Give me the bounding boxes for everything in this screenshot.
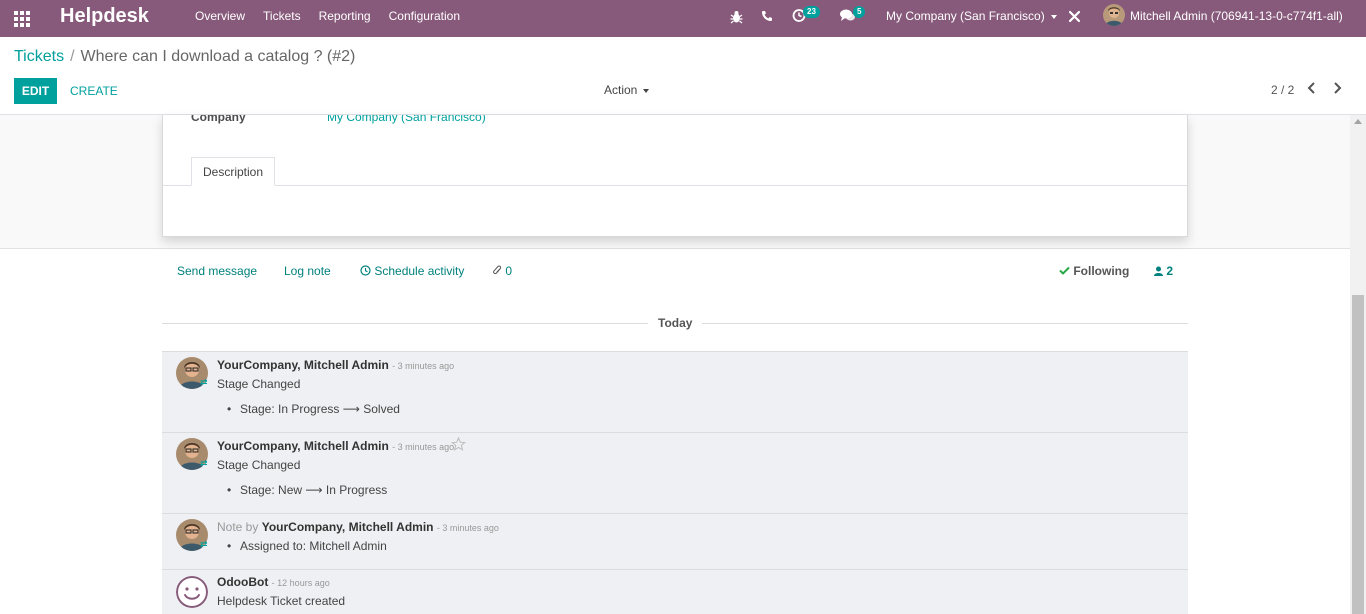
message-header: Note by YourCompany, Mitchell Admin - 3 … [217, 520, 499, 534]
tracking-value: Stage: In Progress ⟶ Solved [227, 402, 400, 416]
messages-count-badge: 5 [853, 6, 866, 18]
company-name: My Company (San Francisco) [886, 9, 1045, 23]
message-title: Stage Changed [217, 458, 301, 472]
bug-icon[interactable] [730, 10, 743, 27]
clock-icon [360, 265, 371, 276]
user-avatar[interactable] [1103, 4, 1125, 26]
action-dropdown[interactable]: Action [604, 83, 650, 97]
tools-icon[interactable] [1068, 10, 1081, 26]
paperclip-icon [493, 265, 502, 275]
message-date: - 3 minutes ago [392, 442, 455, 452]
message-header: YourCompany, Mitchell Admin - 3 minutes … [217, 439, 454, 453]
pager-value[interactable]: 2 / 2 [1271, 83, 1294, 97]
send-message-button[interactable]: Send message [177, 264, 257, 278]
chatter-message: ⇄ YourCompany, Mitchell Admin - 3 minute… [162, 432, 1188, 513]
message-date: - 3 minutes ago [392, 361, 455, 371]
message-title: Helpdesk Ticket created [217, 594, 346, 608]
message-author[interactable]: YourCompany, Mitchell Admin [262, 520, 434, 534]
activity-count-badge: 23 [803, 6, 820, 18]
company-switcher[interactable]: My Company (San Francisco) [886, 9, 1057, 23]
odoobot-avatar[interactable] [176, 576, 208, 608]
navbar-systray: 23 5 My Company (San Francisco) Mitchell… [0, 0, 1366, 37]
message-header: OdooBot - 12 hours ago [217, 575, 330, 589]
caret-down-icon [643, 88, 650, 93]
company-field-label: Company [191, 115, 246, 124]
tracking-value: Stage: New ⟶ In Progress [227, 483, 387, 497]
message-date: - 3 minutes ago [436, 523, 499, 533]
chatter-topbar: Send message Log note Schedule activity … [162, 262, 1188, 282]
caret-down-icon [1050, 14, 1057, 19]
edit-button[interactable]: EDIT [14, 78, 57, 104]
following-button[interactable]: Following [1059, 264, 1129, 278]
form-sheet: Company My Company (San Francisco) Descr… [162, 115, 1188, 237]
action-label: Action [604, 83, 638, 97]
tracking-value: Assigned to: Mitchell Admin [227, 539, 387, 553]
scrollbar-thumb[interactable] [1352, 295, 1364, 614]
attachments-button[interactable]: 0 [493, 264, 512, 278]
breadcrumb-separator: / [70, 48, 75, 65]
top-navbar: Helpdesk Overview Tickets Reporting Conf… [0, 0, 1366, 37]
clock-icon[interactable]: 23 [792, 6, 820, 25]
star-icon[interactable] [450, 436, 467, 454]
user-menu[interactable]: Mitchell Admin (706941-13-0-c774f1-all) [1130, 9, 1343, 23]
scroll-up-arrow-icon[interactable] [1354, 119, 1362, 124]
note-prefix: Note by [217, 520, 259, 534]
following-label: Following [1073, 264, 1130, 278]
user-icon [1154, 266, 1163, 276]
sync-icon: ⇄ [200, 539, 208, 549]
check-icon [1059, 266, 1070, 275]
sync-icon: ⇄ [200, 458, 208, 468]
message-header: YourCompany, Mitchell Admin - 3 minutes … [217, 358, 454, 372]
tab-description[interactable]: Description [191, 157, 276, 186]
scrollbar[interactable] [1350, 115, 1366, 614]
schedule-activity-button[interactable]: Schedule activity [360, 264, 464, 278]
breadcrumb-current: Where can I download a catalog ? (#2) [80, 48, 356, 65]
create-button[interactable]: CREATE [70, 78, 118, 104]
chevron-left-icon[interactable] [1307, 82, 1317, 97]
breadcrumb-tickets[interactable]: Tickets [14, 48, 64, 65]
followers-button[interactable]: 2 [1154, 264, 1173, 278]
message-date: - 12 hours ago [271, 578, 330, 588]
sync-icon: ⇄ [200, 377, 208, 387]
log-note-button[interactable]: Log note [284, 264, 331, 278]
message-author[interactable]: OdooBot [217, 575, 268, 589]
company-field-value[interactable]: My Company (San Francisco) [327, 115, 486, 124]
followers-count: 2 [1166, 264, 1174, 278]
chatter-message: ⇄ YourCompany, Mitchell Admin - 3 minute… [162, 351, 1188, 432]
breadcrumb: Tickets / Where can I download a catalog ?… [14, 48, 355, 66]
message-author[interactable]: YourCompany, Mitchell Admin [217, 358, 389, 372]
control-panel: Tickets / Where can I download a catalog ?… [0, 37, 1366, 115]
message-author[interactable]: YourCompany, Mitchell Admin [217, 439, 389, 453]
schedule-activity-label: Schedule activity [374, 264, 465, 278]
phone-icon[interactable] [761, 10, 773, 25]
chatter-note: ⇄ Note by YourCompany, Mitchell Admin - … [162, 513, 1188, 569]
chevron-right-icon[interactable] [1332, 82, 1342, 97]
chatter-message: OdooBot - 12 hours ago Helpdesk Ticket c… [162, 569, 1188, 614]
date-separator-label: Today [648, 316, 703, 330]
attachments-count: 0 [505, 264, 513, 278]
chat-icon[interactable]: 5 [840, 6, 866, 25]
message-title: Stage Changed [217, 377, 301, 391]
tabs-divider [163, 185, 1187, 186]
